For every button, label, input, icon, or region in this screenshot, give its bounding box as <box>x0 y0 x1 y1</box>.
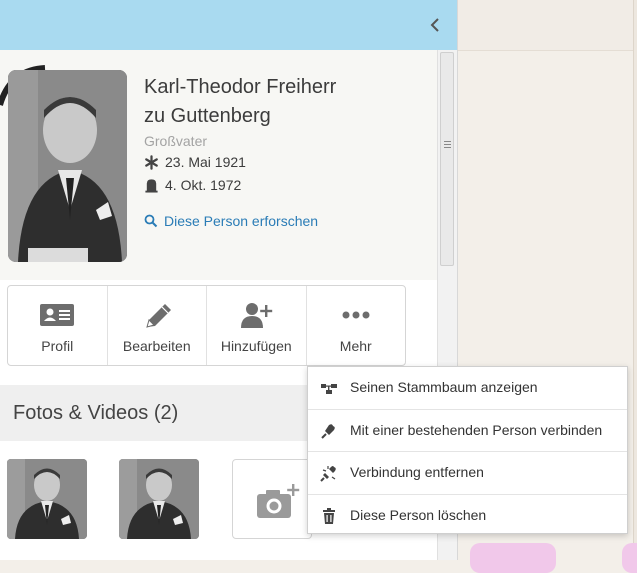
birth-asterisk-icon <box>145 154 158 170</box>
search-icon <box>144 214 158 228</box>
add-relative-button[interactable]: Hinzufügen <box>207 286 307 365</box>
menu-label-remove-connection: Verbindung entfernen <box>350 464 484 480</box>
background-toolbar <box>457 0 637 51</box>
research-person-link[interactable]: Diese Person erforschen <box>144 213 318 229</box>
person-name: Karl-Theodor Freiherr zu Guttenberg <box>144 73 414 131</box>
menu-label-connect-person: Mit einer bestehenden Person verbinden <box>350 421 603 438</box>
background-scrollbar <box>633 0 637 560</box>
scrollbar-grip-icon <box>444 141 451 150</box>
menu-label-delete-person: Diese Person löschen <box>350 506 487 523</box>
profile-button[interactable]: Profil <box>8 286 108 365</box>
more-button[interactable]: Mehr <box>307 286 406 365</box>
connect-plug-icon <box>321 423 335 439</box>
person-relation: Großvater <box>144 133 208 149</box>
birth-date: 23. Mai 1921 <box>165 154 246 170</box>
add-relative-label: Hinzufügen <box>220 338 292 354</box>
menu-item-delete-person[interactable]: Diese Person löschen <box>308 495 627 537</box>
collapse-panel-button[interactable] <box>427 15 443 35</box>
person-name-line2: zu Guttenberg <box>144 105 271 127</box>
person-name-line1: Karl-Theodor Freiherr <box>144 76 337 98</box>
panel-header <box>0 0 457 50</box>
background-tree-node[interactable] <box>622 543 637 573</box>
more-options-menu: Seinen Stammbaum anzeigen Mit einer best… <box>307 366 628 534</box>
photo-thumbnail[interactable] <box>7 459 87 539</box>
person-portrait[interactable] <box>8 70 127 262</box>
pencil-icon <box>146 304 171 328</box>
chevron-left-icon <box>430 18 439 32</box>
menu-label-show-tree: Seinen Stammbaum anzeigen <box>350 379 538 395</box>
profile-label: Profil <box>41 338 74 354</box>
background-tree-node[interactable] <box>470 543 556 573</box>
edit-label: Bearbeiten <box>122 338 191 354</box>
panel-scrollbar-thumb[interactable] <box>440 52 454 266</box>
profile-card-icon <box>40 304 75 326</box>
gravestone-icon <box>145 178 158 193</box>
more-label: Mehr <box>339 338 372 354</box>
death-row: 4. Okt. 1972 <box>144 177 241 193</box>
more-dots-icon <box>342 311 370 319</box>
camera-plus-icon <box>257 484 300 518</box>
menu-item-show-tree[interactable]: Seinen Stammbaum anzeigen <box>308 367 627 410</box>
death-date: 4. Okt. 1972 <box>165 177 242 193</box>
add-photo-button[interactable] <box>232 459 312 539</box>
add-person-icon <box>241 303 273 328</box>
research-link-label: Diese Person erforschen <box>164 213 319 229</box>
person-actions-bar: Profil Bearbeiten Hinzufügen Mehr <box>7 285 406 366</box>
family-tree-icon <box>321 384 337 394</box>
photos-title: Fotos & Videos (2) <box>13 402 179 424</box>
menu-item-connect-person[interactable]: Mit einer bestehenden Person verbinden <box>308 410 627 452</box>
trash-icon <box>323 507 335 524</box>
photo-thumbnail[interactable] <box>119 459 199 539</box>
birth-row: 23. Mai 1921 <box>144 154 246 170</box>
disconnect-plug-icon <box>320 466 336 482</box>
edit-button[interactable]: Bearbeiten <box>108 286 207 365</box>
menu-item-remove-connection[interactable]: Verbindung entfernen <box>308 452 627 495</box>
